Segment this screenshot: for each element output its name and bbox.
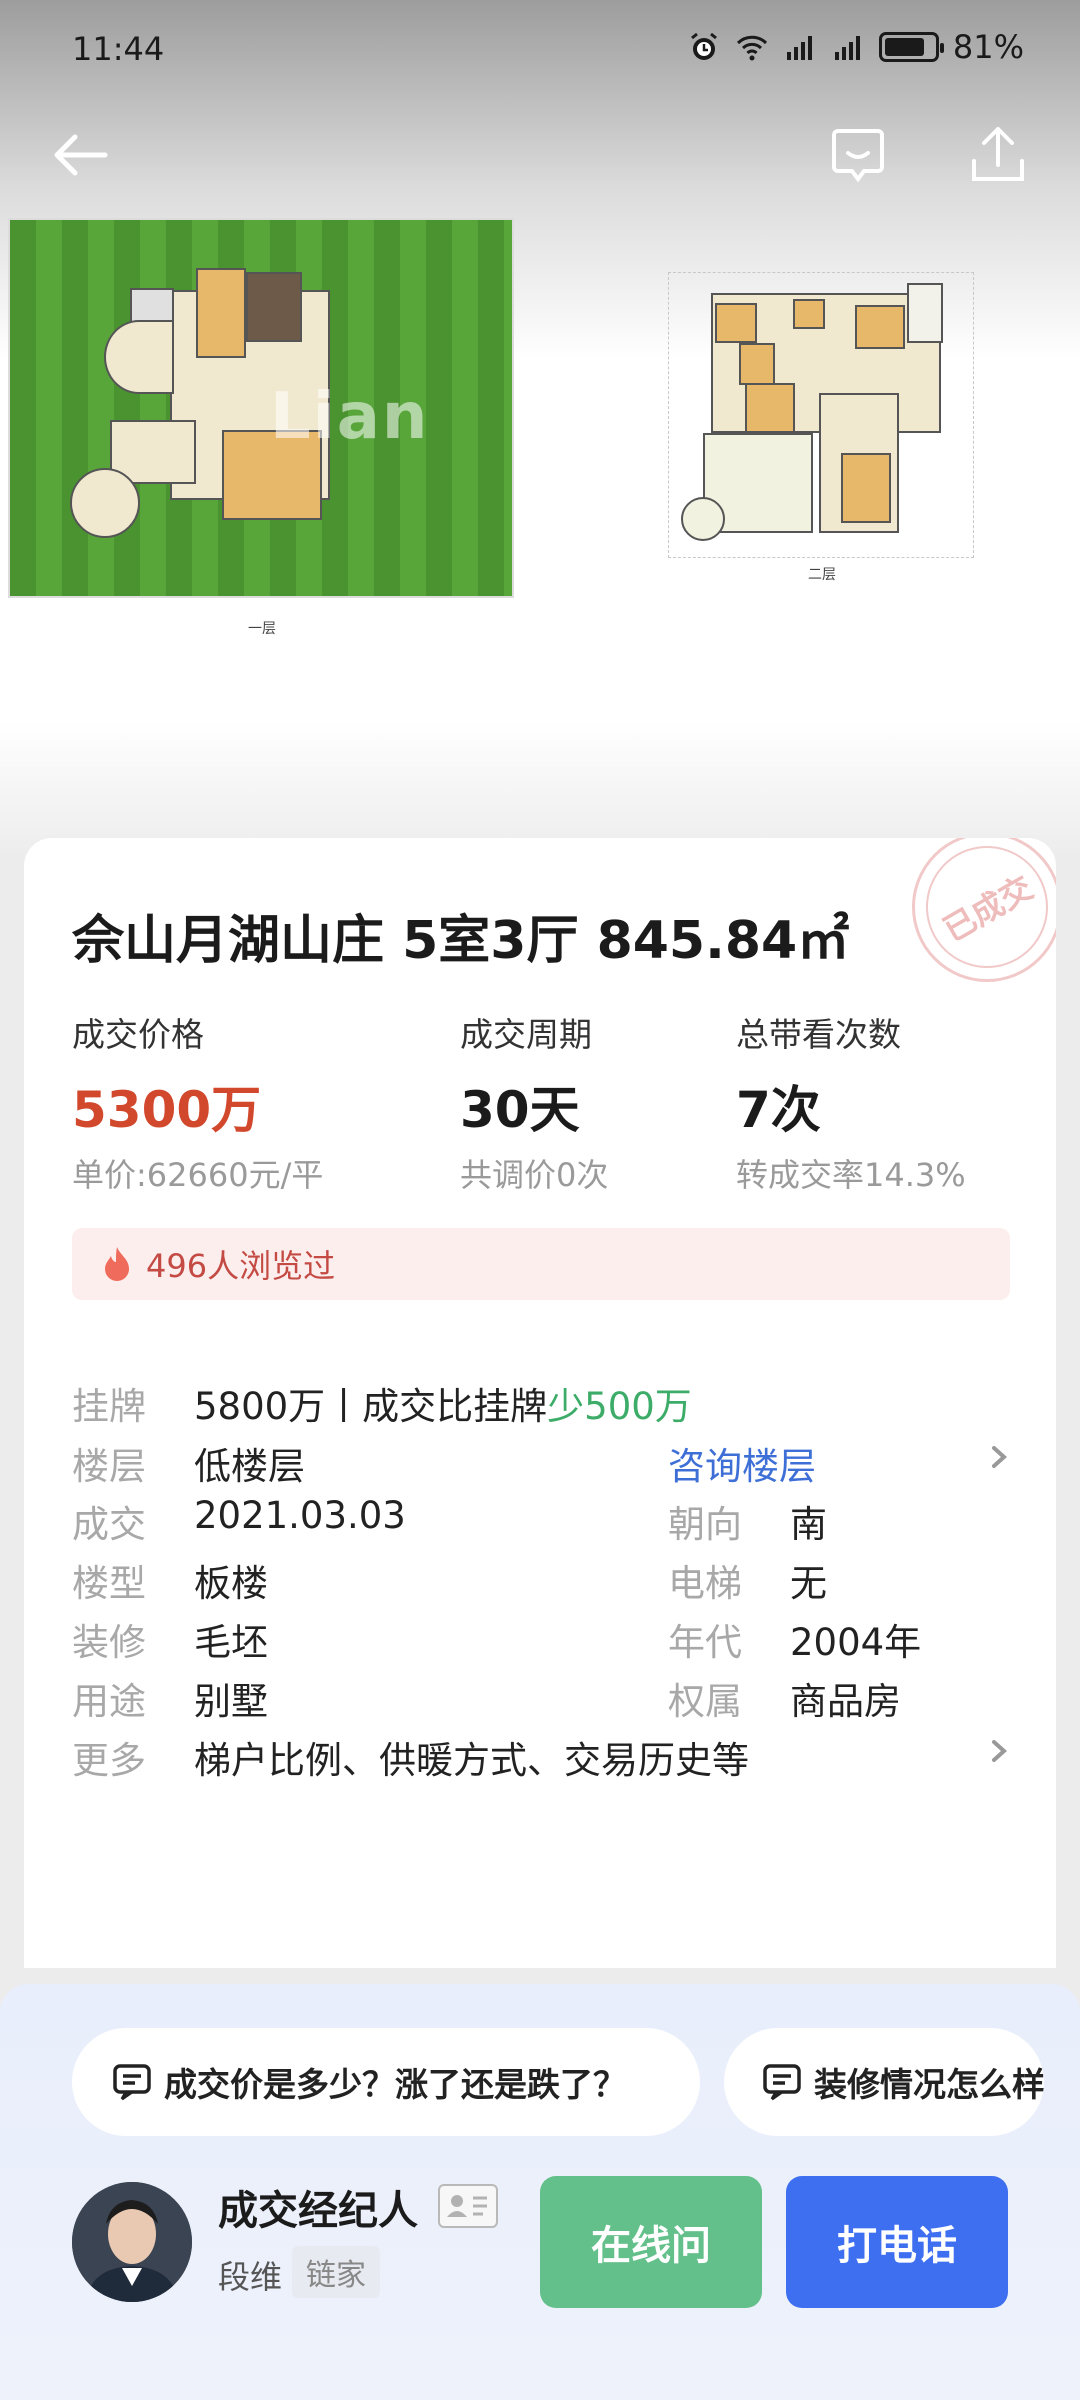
chat-bubble-icon [763,2064,801,2101]
stat-viewings: 总带看次数 7次 转成交率14.3% [736,1015,966,1194]
row-usage: 用途 别墅 权属 商品房 [72,1680,901,1723]
row-deal-date: 成交 2021.03.03 朝向 南 [72,1494,827,1546]
online-chat-button[interactable]: 在线问 [540,2176,762,2308]
chevron-right-icon [992,1740,1007,1762]
bottom-panel: 成交价是多少？涨了还是跌了？ 装修情况怎么样 成交经纪人 段维 链家 在线问 打… [0,1984,1080,2400]
wifi-icon [736,35,767,61]
back-button[interactable] [40,115,120,195]
chevron-right-icon[interactable] [988,1442,1010,1472]
chat-bubble-icon [113,2064,151,2101]
signal-4g-icon [786,36,812,60]
views-count: 496人浏览过 [146,1247,336,1285]
flame-icon [105,1247,129,1281]
row-listing-price: 挂牌 5800万丨成交比挂牌少500万 [72,1385,692,1428]
stat-deal-cycle: 成交周期 30天 共调价0次 [460,1015,609,1194]
question-chip-price[interactable]: 成交价是多少？涨了还是跌了？ [72,2028,700,2136]
back-arrow-icon [54,134,108,176]
alarm-icon [690,32,717,60]
floorplan-caption-1: 一层 [248,621,276,637]
floorplan-ground-floor[interactable]: Lian [8,218,514,598]
sold-stamp: 已成交 [903,838,1056,991]
battery-percent: 81% [952,28,1024,66]
listing-title: 佘山月湖山庄 5室3厅 845.84㎡ [72,911,850,971]
id-card-icon[interactable] [438,2184,498,2228]
floorplan-second-floor[interactable] [668,272,974,558]
plan-watermark: Lian [270,380,430,454]
share-button[interactable] [958,115,1038,195]
row-decoration: 装修 毛坯 年代 2004年 [72,1621,922,1664]
chat-button[interactable] [818,115,898,195]
agent-avatar[interactable] [72,2182,192,2302]
status-bar: 11:44 81% [0,0,1080,100]
signal-4g-icon [834,36,860,60]
listing-card: 已成交 佘山月湖山庄 5室3厅 845.84㎡ 成交价格 5300万 单价:62… [24,838,1056,1968]
row-building-type: 楼型 板楼 电梯 无 [72,1562,827,1605]
views-banner: 496人浏览过 [72,1228,1010,1300]
battery-icon [878,32,944,62]
price-difference: 少500万 [547,1385,692,1428]
floorplan-caption-2: 二层 [808,567,836,583]
row-floor: 楼层 低楼层 咨询楼层 [72,1436,1010,1496]
consult-floor-link[interactable]: 咨询楼层 [668,1436,816,1490]
share-icon [972,127,1024,181]
call-button[interactable]: 打电话 [786,2176,1008,2308]
agent-name: 段维 [218,2258,283,2296]
question-chip-decoration[interactable]: 装修情况怎么样 [724,2028,1044,2136]
agent-title: 成交经纪人 [218,2188,418,2234]
chat-icon [832,129,884,183]
stat-deal-price: 成交价格 5300万 单价:62660元/平 [72,1015,324,1194]
row-more[interactable]: 更多 梯户比例、供暖方式、交易历史等 [72,1730,1010,1790]
agent-company-tag: 链家 [292,2246,380,2298]
status-time: 11:44 [72,30,165,68]
